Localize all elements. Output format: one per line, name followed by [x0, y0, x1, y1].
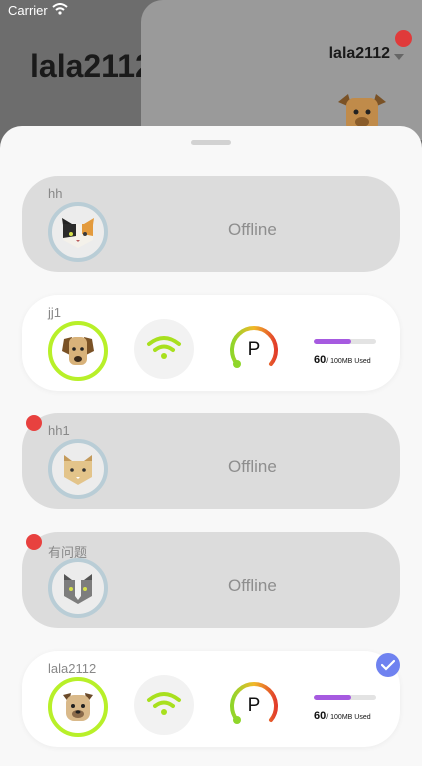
- device-name: hh1: [48, 423, 70, 438]
- device-name: jj1: [48, 305, 62, 320]
- gauge-label: P: [247, 695, 261, 716]
- wifi-button[interactable]: [134, 675, 194, 735]
- calico-cat-icon: [62, 218, 94, 248]
- device-name: lala2112: [48, 661, 97, 676]
- storage-bar-fill: [314, 695, 352, 700]
- storage-used: 60: [314, 710, 327, 722]
- storage-total: / 100MB Used: [326, 358, 371, 365]
- pug-icon: [63, 693, 93, 721]
- chevron-down-icon[interactable]: [394, 54, 404, 60]
- device-card-hh[interactable]: hh Offline: [22, 176, 400, 272]
- dog-icon: [62, 337, 94, 365]
- wifi-button[interactable]: [134, 319, 194, 379]
- offline-status: Offline: [228, 220, 277, 239]
- user-switcher[interactable]: lala2112: [329, 45, 390, 63]
- device-avatar: [48, 202, 108, 262]
- device-avatar: [48, 558, 108, 618]
- power-gauge: P: [228, 324, 280, 381]
- wifi-icon: [147, 692, 181, 715]
- storage-meter: 60/ 100MB Used: [314, 695, 376, 724]
- sheet-drag-handle[interactable]: [191, 140, 231, 145]
- offline-status: Offline: [228, 576, 277, 595]
- notification-dot: [395, 30, 412, 47]
- storage-bar: [314, 695, 376, 700]
- device-card-jj1[interactable]: jj1 P 60/ 100MB Used: [22, 295, 400, 391]
- tan-cat-icon: [64, 455, 92, 485]
- device-card-problem[interactable]: 有问题 Offline: [22, 532, 400, 628]
- alert-dot: [26, 534, 42, 550]
- selected-checkmark-icon: [376, 653, 400, 677]
- wifi-icon: [147, 336, 181, 359]
- storage-bar-fill: [314, 339, 352, 344]
- device-card-lala2112[interactable]: lala2112 P 60/ 100MB Used: [22, 651, 400, 747]
- device-avatar: [48, 677, 108, 737]
- offline-status: Offline: [228, 457, 277, 476]
- storage-meter: 60/ 100MB Used: [314, 339, 376, 368]
- alert-dot: [26, 415, 42, 431]
- gray-cat-icon: [64, 574, 92, 604]
- gauge-label: P: [247, 339, 261, 360]
- page-title: lala2112: [30, 48, 153, 84]
- device-name: hh: [48, 186, 63, 201]
- device-avatar: [48, 321, 108, 381]
- storage-total: / 100MB Used: [326, 714, 371, 721]
- storage-used: 60: [314, 354, 327, 366]
- device-card-hh1[interactable]: hh1 Offline: [22, 413, 400, 509]
- power-gauge: P: [228, 680, 280, 737]
- device-avatar: [48, 439, 108, 499]
- storage-bar: [314, 339, 376, 344]
